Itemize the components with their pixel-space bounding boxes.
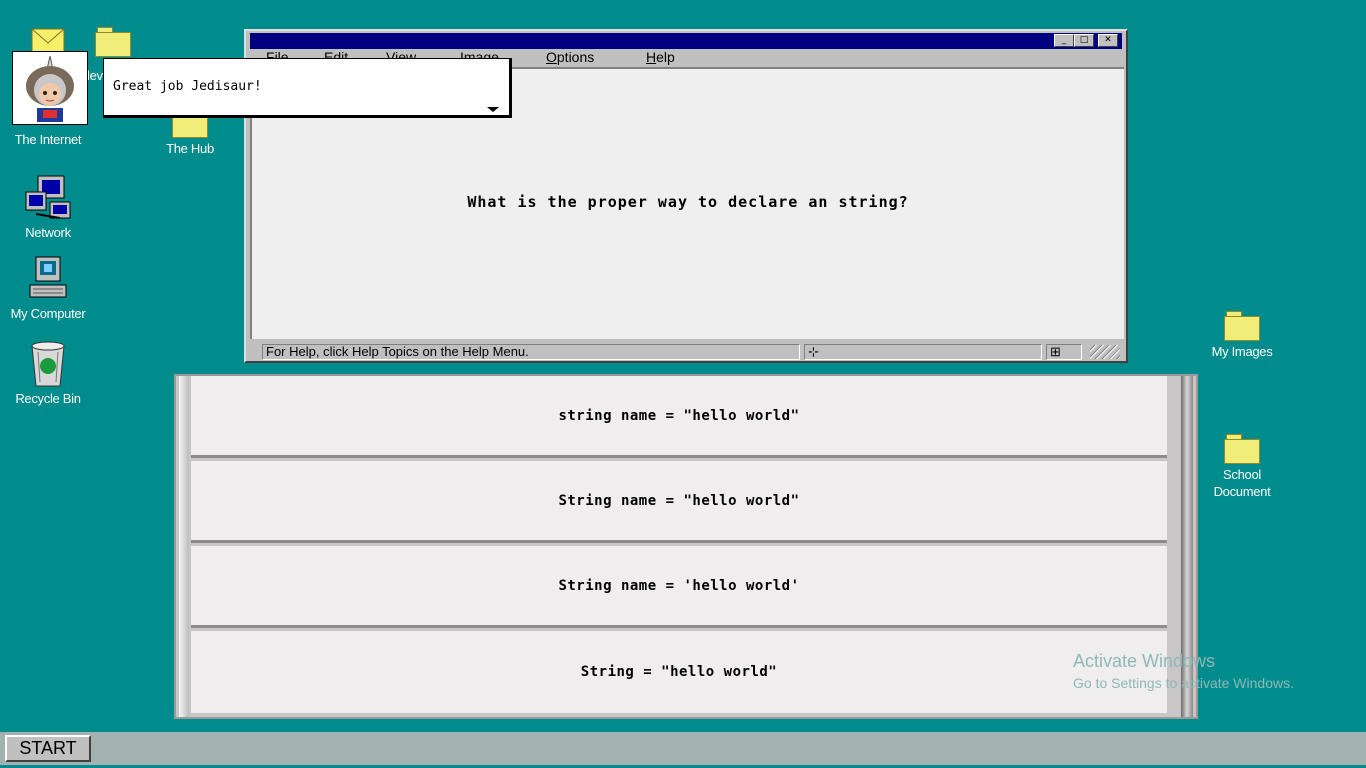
desktop-icon-recycle-bin[interactable]: Recycle Bin [0, 338, 96, 407]
watermark-title: Activate Windows [1073, 651, 1216, 671]
desktop-icon-label: My Images [1211, 344, 1273, 359]
question-text: What is the proper way to declare an str… [467, 193, 909, 211]
answers-left-rail [179, 376, 189, 717]
title-bar[interactable]: _ □ ✕ [250, 33, 1122, 49]
desktop-icon-label: The Hub [166, 141, 214, 156]
desktop-icon-label: School Document [1213, 467, 1271, 499]
desktop-icon-my-images[interactable]: My Images [1194, 311, 1290, 360]
watermark-subtitle: Go to Settings to activate Windows. [1073, 675, 1294, 691]
status-panel-position: ⊹ [804, 344, 1042, 360]
minimize-icon: _ [1061, 35, 1067, 45]
maximize-button[interactable]: □ [1074, 34, 1094, 47]
desktop-icon-label: My Computer [10, 306, 86, 321]
taskbar: START [0, 732, 1366, 765]
status-help-text: For Help, click Help Topics on the Help … [262, 344, 800, 360]
status-bar: For Help, click Help Topics on the Help … [250, 341, 1124, 361]
desktop: The Internet lev The Hub Network My Comp… [0, 0, 1366, 768]
answer-option-3[interactable]: String name = 'hello world' [191, 546, 1167, 628]
desktop-icon-my-computer[interactable]: My Computer [0, 255, 96, 322]
answer-option-4[interactable]: String = "hello world" [191, 631, 1167, 713]
assistant-avatar [12, 51, 88, 125]
assistant-speech-bubble: Great job Jedisaur! [103, 58, 512, 118]
folder-icon [95, 27, 131, 57]
start-button[interactable]: START [5, 735, 91, 762]
resize-grip-icon[interactable] [1090, 345, 1120, 359]
answers-panel: string name = "hello world" String name … [174, 374, 1198, 719]
folder-icon [1224, 434, 1260, 464]
recycle-bin-icon [31, 341, 65, 387]
answer-option-1[interactable]: string name = "hello world" [191, 376, 1167, 458]
assistant-message: Great job Jedisaur! [113, 79, 262, 94]
more-arrow-icon[interactable] [487, 107, 499, 112]
cursor-position-icon: ⊹ [808, 344, 819, 359]
desktop-icon-network[interactable]: Network [0, 174, 96, 241]
desktop-icon-label: Recycle Bin [15, 391, 81, 406]
maximize-icon: □ [1079, 35, 1089, 45]
character-icon [26, 55, 74, 122]
selection-size-icon: ⊞ [1050, 344, 1061, 359]
desktop-icon-school-document[interactable]: School Document [1194, 434, 1290, 500]
folder-icon [1224, 311, 1260, 341]
network-computer-icon [25, 175, 71, 219]
close-icon: ✕ [1104, 35, 1112, 45]
desktop-icon-label: The Internet [14, 132, 82, 147]
answer-option-2[interactable]: String name = "hello world" [191, 461, 1167, 543]
computer-icon [29, 256, 67, 298]
menu-help[interactable]: Help [646, 49, 675, 65]
desktop-icon-label: lev [87, 68, 103, 83]
close-button[interactable]: ✕ [1098, 34, 1118, 47]
menu-options[interactable]: Options [546, 49, 594, 65]
status-panel-size: ⊞ [1046, 344, 1082, 360]
minimize-button[interactable]: _ [1054, 34, 1074, 47]
activate-windows-watermark: Activate Windows Go to Settings to activ… [1073, 651, 1294, 691]
desktop-icon-label: Network [25, 225, 71, 240]
